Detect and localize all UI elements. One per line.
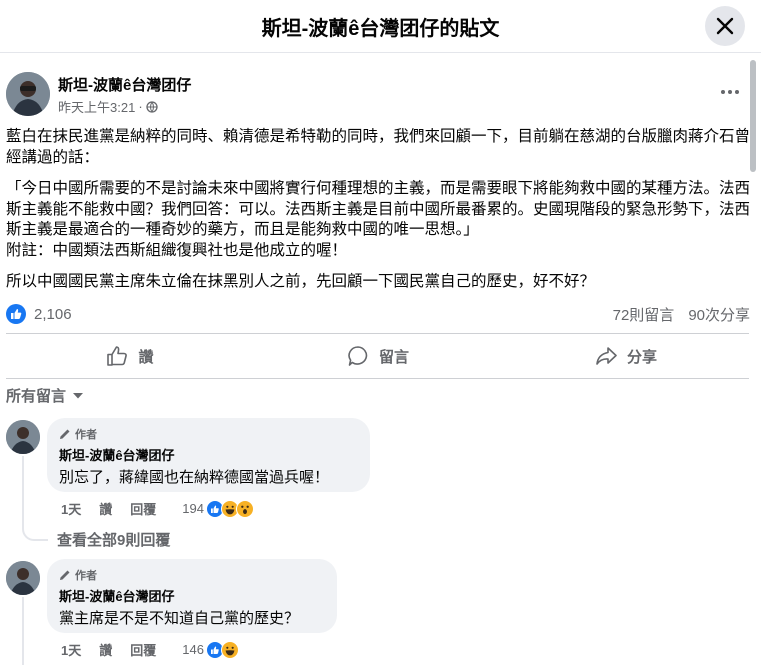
comment-text: 別忘了，蔣緯國也在納粹德國當過兵喔！ (59, 469, 330, 486)
globe-icon (146, 100, 158, 113)
comment-time[interactable]: 1天 (61, 640, 81, 659)
comment-like-button[interactable]: 讚 (99, 640, 112, 659)
post-actions: 讚 留言 分享 (6, 337, 750, 375)
comment-filter-dropdown[interactable]: 所有留言 (6, 385, 84, 406)
comment-bubble: 作者 斯坦-波蘭ê台灣团仔 黨主席是不是不知道自己黨的歷史？ (47, 559, 337, 633)
post-stats: 2,106 72則留言 90次分享 (6, 303, 750, 325)
comment-author[interactable]: 斯坦-波蘭ê台灣团仔 (59, 586, 325, 605)
like-icon (107, 346, 128, 366)
scrollbar[interactable] (750, 60, 756, 172)
divider (6, 378, 749, 379)
comment-button[interactable]: 留言 (254, 337, 502, 375)
dialog-header: 斯坦-波蘭ê台灣团仔的貼文 (0, 0, 761, 53)
comment-actions: 1天 讚 回覆 146 (61, 640, 239, 659)
dialog-title: 斯坦-波蘭ê台灣团仔的貼文 (261, 18, 500, 40)
meta-separator: · (138, 99, 143, 114)
share-icon (596, 347, 617, 365)
thread-line (22, 597, 24, 665)
post-author-avatar[interactable] (6, 72, 50, 116)
chevron-down-icon (73, 392, 84, 398)
author-badge: 作者 (59, 426, 358, 442)
post-options-button[interactable] (712, 80, 748, 104)
author-badge-label: 作者 (75, 429, 97, 441)
more-icon (721, 90, 739, 94)
comment-count[interactable]: 72則留言 (613, 304, 675, 325)
post-paragraph: 藍白在抹民進黨是納粹的同時、賴清德是希特勒的同時，我們來回顧一下，目前躺在慈湖的… (6, 128, 751, 166)
close-icon (716, 17, 734, 35)
post-meta: 昨天上午3:21 · (58, 97, 158, 116)
comment-bubble: 作者 斯坦-波蘭ê台灣团仔 別忘了，蔣緯國也在納粹德國當過兵喔！ (47, 418, 370, 492)
comment-avatar[interactable] (6, 420, 40, 454)
comment-actions: 1天 讚 回覆 194 (61, 499, 254, 518)
comment-reply-button[interactable]: 回覆 (130, 499, 156, 518)
comment-like-button[interactable]: 讚 (99, 499, 112, 518)
thread-curve (22, 527, 48, 541)
like-button[interactable]: 讚 (6, 337, 254, 375)
post-paragraph: 「今日中國所需要的不是討論未來中國將實行何種理想的主義，而是需要眼下將能夠救中國… (6, 180, 751, 238)
comment-filter-label: 所有留言 (6, 388, 67, 405)
post-timestamp[interactable]: 昨天上午3:21 (58, 97, 135, 116)
comment-author[interactable]: 斯坦-波蘭ê台灣团仔 (59, 445, 358, 464)
haha-reaction-icon (220, 640, 239, 659)
like-reaction-icon[interactable] (6, 304, 26, 324)
comment-avatar[interactable] (6, 561, 40, 595)
like-count[interactable]: 2,106 (34, 306, 72, 323)
post-paragraph: 所以中國國民黨主席朱立倫在抹黑別人之前，先回顧一下國民黨自己的歷史，好不好？ (6, 273, 596, 290)
share-count[interactable]: 90次分享 (688, 304, 750, 325)
view-replies-link[interactable]: 查看全部9則回覆 (57, 529, 170, 550)
divider (6, 333, 749, 334)
author-badge-label: 作者 (75, 570, 97, 582)
wow-reaction-icon (235, 499, 254, 518)
comment-icon (348, 346, 368, 366)
pen-icon (60, 570, 70, 580)
thread-line (22, 456, 24, 528)
like-label: 讚 (138, 348, 154, 366)
post-author-name[interactable]: 斯坦-波蘭ê台灣团仔 (58, 74, 191, 95)
share-label: 分享 (626, 348, 657, 366)
pen-icon (60, 429, 70, 439)
comment-time[interactable]: 1天 (61, 499, 81, 518)
post-paragraph: 附註：中國類法西斯組織復興社也是他成立的喔！ (6, 241, 348, 259)
reaction-count[interactable]: 146 (182, 642, 204, 657)
close-button[interactable] (705, 6, 745, 46)
reaction-count[interactable]: 194 (182, 501, 204, 516)
comment-label: 留言 (378, 348, 409, 366)
share-button[interactable]: 分享 (502, 337, 750, 375)
comment-text: 黨主席是不是不知道自己黨的歷史？ (59, 610, 300, 627)
comment-reply-button[interactable]: 回覆 (130, 640, 156, 659)
post-body: 藍白在抹民進黨是納粹的同時、賴清德是希特勒的同時，我們來回顧一下，目前躺在慈湖的… (6, 127, 750, 293)
author-badge: 作者 (59, 567, 325, 583)
